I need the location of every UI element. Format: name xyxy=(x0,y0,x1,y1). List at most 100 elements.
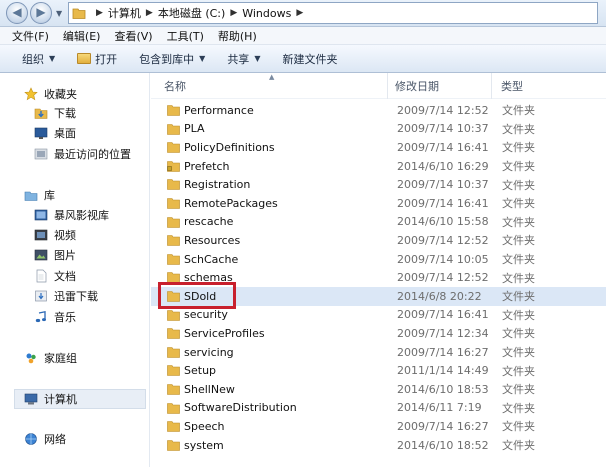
download-library-icon xyxy=(35,290,47,302)
file-name: Setup xyxy=(184,364,217,378)
nav-baofeng-library[interactable]: 暴风影视库 xyxy=(34,206,109,224)
nav-computer[interactable]: 计算机 xyxy=(24,390,77,408)
recent-places-icon xyxy=(34,148,48,160)
file-row[interactable]: Registration 2009/7/14 10:37 文件夹 xyxy=(151,175,606,194)
file-date-modified: 2009/7/14 16:41 xyxy=(397,308,489,322)
nav-network[interactable]: 网络 xyxy=(24,430,66,448)
menu-tools[interactable]: 工具(T) xyxy=(167,28,204,44)
network-icon xyxy=(25,433,37,445)
organize-label: 组织 xyxy=(22,52,44,66)
file-date-modified: 2009/7/14 16:27 xyxy=(397,419,489,433)
breadcrumb-computer[interactable]: 计算机 xyxy=(108,5,141,21)
include-in-library-button[interactable]: 包含到库中 ▼ xyxy=(139,51,205,67)
file-row[interactable]: SchCache 2009/7/14 10:05 文件夹 xyxy=(151,250,606,269)
file-row[interactable]: SoftwareDistribution 2014/6/11 7:19 文件夹 xyxy=(151,399,606,418)
organize-button[interactable]: 组织 ▼ xyxy=(22,51,55,67)
file-row[interactable]: Prefetch 2014/6/10 16:29 文件夹 xyxy=(151,157,606,176)
file-row[interactable]: Resources 2009/7/14 12:52 文件夹 xyxy=(151,231,606,250)
breadcrumb-windows[interactable]: Windows xyxy=(242,7,291,20)
nav-recent-places-label: 最近访问的位置 xyxy=(54,148,131,161)
arrow-left-icon: ◀ xyxy=(12,5,22,19)
column-header-type[interactable]: 类型 xyxy=(492,73,606,99)
file-type: 文件夹 xyxy=(502,364,535,378)
file-type: 文件夹 xyxy=(502,178,535,192)
back-button[interactable]: ◀ xyxy=(6,2,28,24)
nav-thunder-downloads[interactable]: 迅雷下载 xyxy=(34,287,98,305)
file-date-modified: 2014/6/10 18:53 xyxy=(397,382,489,396)
file-name: PolicyDefinitions xyxy=(184,140,275,154)
file-row[interactable]: security 2009/7/14 16:41 文件夹 xyxy=(151,306,606,325)
file-row[interactable]: ShellNew 2014/6/10 18:53 文件夹 xyxy=(151,380,606,399)
file-row[interactable]: Performance 2009/7/14 12:52 文件夹 xyxy=(151,101,606,120)
column-header-name[interactable]: 名称 xyxy=(151,73,388,99)
nav-favorites[interactable]: 收藏夹 xyxy=(24,85,77,103)
film-icon xyxy=(34,229,48,241)
file-date-modified: 2009/7/14 16:41 xyxy=(397,196,489,210)
file-name: Performance xyxy=(184,103,254,117)
file-type: 文件夹 xyxy=(502,104,535,118)
nav-videos[interactable]: 视频 xyxy=(34,226,76,244)
music-note-icon xyxy=(35,311,46,323)
menu-help[interactable]: 帮助(H) xyxy=(218,28,257,44)
share-button[interactable]: 共享 ▼ xyxy=(227,51,260,67)
nav-thunder-downloads-label: 迅雷下载 xyxy=(54,290,98,303)
folder-icon xyxy=(167,421,180,432)
chevron-right-icon[interactable]: ▶ xyxy=(96,8,103,18)
file-name: servicing xyxy=(184,345,234,359)
file-date-modified: 2009/7/14 12:52 xyxy=(397,103,489,117)
chevron-right-icon[interactable]: ▶ xyxy=(296,8,303,18)
nav-documents[interactable]: 文档 xyxy=(34,267,76,285)
file-row[interactable]: PLA 2009/7/14 10:37 文件夹 xyxy=(151,120,606,139)
file-type: 文件夹 xyxy=(502,290,535,304)
open-label: 打开 xyxy=(95,52,118,66)
library-icon xyxy=(24,191,38,201)
file-row[interactable]: ServiceProfiles 2009/7/14 12:34 文件夹 xyxy=(151,324,606,343)
nav-desktop[interactable]: 桌面 xyxy=(34,124,76,142)
menu-edit[interactable]: 编辑(E) xyxy=(63,28,101,44)
file-row[interactable]: servicing 2009/7/14 16:27 文件夹 xyxy=(151,343,606,362)
chevron-right-icon[interactable]: ▶ xyxy=(146,8,153,18)
nav-homegroup[interactable]: 家庭组 xyxy=(24,349,77,367)
star-icon xyxy=(24,87,38,101)
file-name: Registration xyxy=(184,178,251,192)
file-row[interactable]: Speech 2009/7/14 16:27 文件夹 xyxy=(151,417,606,436)
file-date-modified: 2014/6/10 15:58 xyxy=(397,215,489,229)
open-button[interactable]: 打开 xyxy=(77,51,117,67)
file-date-modified: 2009/7/14 10:37 xyxy=(397,122,489,136)
nav-pictures[interactable]: 图片 xyxy=(34,246,76,264)
file-type: 文件夹 xyxy=(502,215,535,229)
recent-pages-dropdown[interactable]: ▼ xyxy=(56,9,62,18)
file-date-modified: 2011/1/14 14:49 xyxy=(397,364,489,378)
column-header-date-modified[interactable]: 修改日期 xyxy=(388,73,492,99)
file-name: system xyxy=(184,438,224,452)
breadcrumb-local-disk[interactable]: 本地磁盘 (C:) xyxy=(158,5,225,21)
nav-libraries-label: 库 xyxy=(44,189,55,202)
file-list: ▲ 名称 修改日期 类型 Performance 2009/7/14 12:52 文… xyxy=(151,73,606,467)
nav-downloads[interactable]: 下载 xyxy=(34,104,76,122)
file-row[interactable]: PolicyDefinitions 2009/7/14 16:41 文件夹 xyxy=(151,138,606,157)
nav-homegroup-label: 家庭组 xyxy=(44,352,77,365)
file-date-modified: 2014/6/10 16:29 xyxy=(397,159,489,173)
file-type: 文件夹 xyxy=(502,122,535,136)
menu-view[interactable]: 查看(V) xyxy=(114,28,152,44)
nav-desktop-label: 桌面 xyxy=(54,127,76,140)
file-type: 文件夹 xyxy=(502,327,535,341)
nav-recent-places[interactable]: 最近访问的位置 xyxy=(34,145,131,163)
file-name: SoftwareDistribution xyxy=(184,401,297,415)
file-name: ShellNew xyxy=(184,382,235,396)
document-icon xyxy=(36,269,47,283)
file-row[interactable]: system 2014/6/10 18:52 文件夹 xyxy=(151,436,606,455)
address-box[interactable]: ▶ 计算机 ▶ 本地磁盘 (C:) ▶ Windows ▶ xyxy=(68,2,598,24)
new-folder-button[interactable]: 新建文件夹 xyxy=(282,51,337,67)
menu-file[interactable]: 文件(F) xyxy=(12,28,49,44)
include-in-library-label: 包含到库中 xyxy=(139,52,195,66)
file-row[interactable]: rescache 2014/6/10 15:58 文件夹 xyxy=(151,213,606,232)
forward-button[interactable]: ▶ xyxy=(30,2,52,24)
chevron-right-icon[interactable]: ▶ xyxy=(230,8,237,18)
nav-libraries[interactable]: 库 xyxy=(24,186,55,204)
navigation-pane: 收藏夹 下载 桌面 最近访问的位置 库 暴风影视库 视频 图片 文档 迅雷下载 … xyxy=(0,73,150,467)
file-date-modified: 2009/7/14 12:34 xyxy=(397,326,489,340)
nav-music[interactable]: 音乐 xyxy=(34,308,76,326)
file-row[interactable]: Setup 2011/1/14 14:49 文件夹 xyxy=(151,361,606,380)
file-row[interactable]: RemotePackages 2009/7/14 16:41 文件夹 xyxy=(151,194,606,213)
